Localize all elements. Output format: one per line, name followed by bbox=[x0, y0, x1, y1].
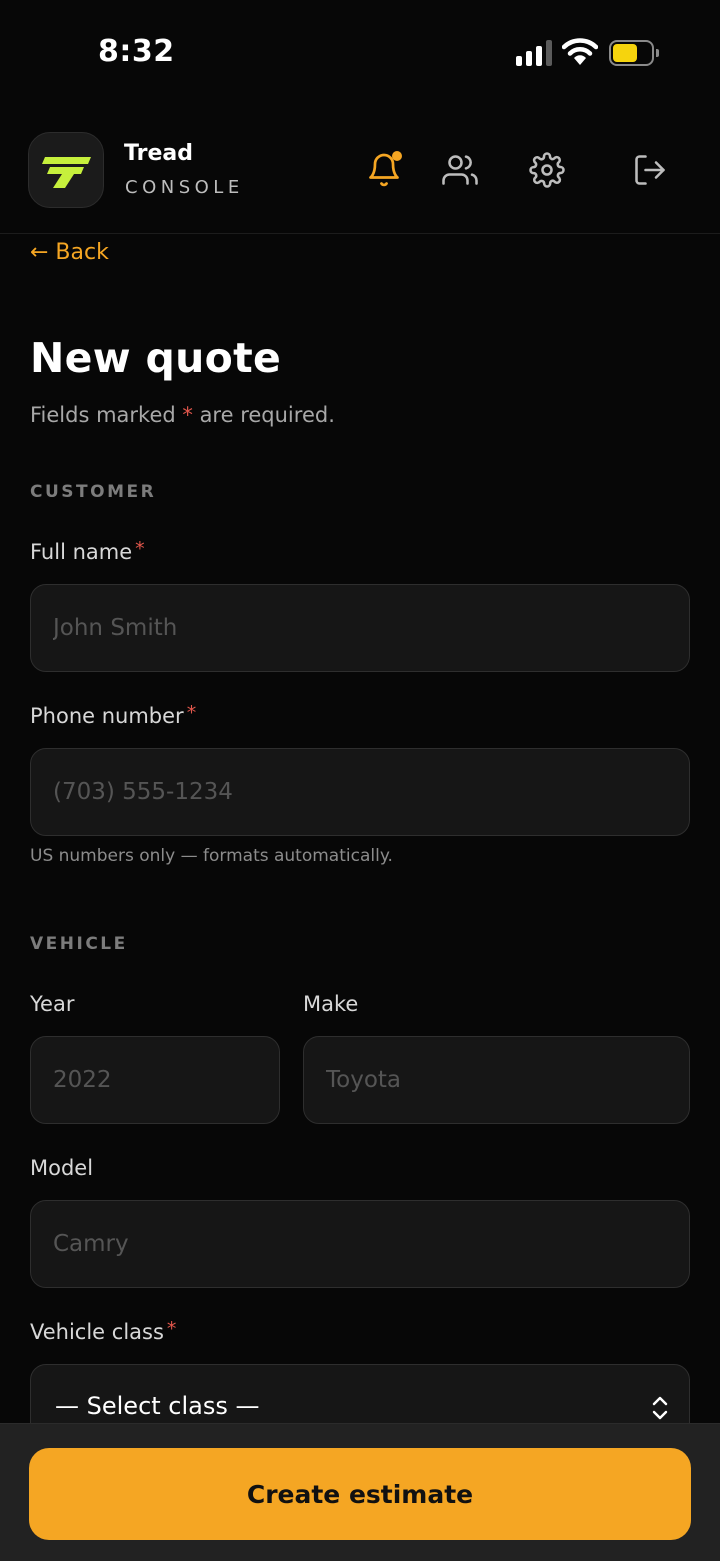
notification-dot bbox=[392, 151, 402, 161]
tread-logo-icon bbox=[42, 157, 91, 188]
make-label: Make bbox=[303, 992, 359, 1016]
brand-logo[interactable] bbox=[28, 132, 104, 208]
full-name-label: Full name * bbox=[30, 538, 145, 564]
model-label: Model bbox=[30, 1156, 94, 1180]
status-bar: 8:32 bbox=[0, 0, 720, 110]
phone-field[interactable] bbox=[30, 748, 690, 836]
full-name-input[interactable] bbox=[53, 615, 667, 641]
required-note-text: Fields marked bbox=[30, 403, 183, 427]
model-input[interactable] bbox=[53, 1231, 667, 1257]
bottom-action-bar: Create estimate bbox=[0, 1423, 720, 1561]
required-note-text-end: are required. bbox=[192, 403, 335, 427]
phone-hint: US numbers only — formats automatically. bbox=[30, 846, 393, 866]
full-name-label-text: Full name bbox=[30, 540, 133, 564]
create-estimate-button[interactable]: Create estimate bbox=[29, 1448, 691, 1540]
make-field[interactable] bbox=[303, 1036, 690, 1124]
model-field[interactable] bbox=[30, 1200, 690, 1288]
status-time: 8:32 bbox=[98, 34, 175, 69]
gear-icon[interactable] bbox=[529, 152, 565, 188]
notification-bell-icon[interactable] bbox=[366, 151, 402, 188]
logout-icon[interactable] bbox=[632, 152, 668, 188]
phone-input[interactable] bbox=[53, 779, 667, 805]
wifi-icon bbox=[562, 38, 598, 65]
section-vehicle: VEHICLE bbox=[30, 934, 128, 954]
required-note: Fields marked * are required. bbox=[30, 403, 335, 427]
brand-subtitle: CONSOLE bbox=[125, 177, 244, 198]
phone-label: Phone number * bbox=[30, 702, 197, 728]
battery-icon bbox=[609, 40, 659, 66]
year-input[interactable] bbox=[53, 1067, 257, 1093]
required-asterisk: * bbox=[182, 403, 193, 427]
page-title: New quote bbox=[30, 334, 282, 382]
phone-label-text: Phone number bbox=[30, 704, 184, 728]
section-customer: CUSTOMER bbox=[30, 482, 157, 502]
cellular-signal-icon bbox=[516, 40, 552, 66]
vehicle-class-label: Vehicle class * bbox=[30, 1318, 177, 1344]
full-name-field[interactable] bbox=[30, 584, 690, 672]
year-field[interactable] bbox=[30, 1036, 280, 1124]
required-asterisk: * bbox=[135, 538, 145, 560]
chevron-up-down-icon bbox=[652, 1396, 668, 1420]
required-asterisk: * bbox=[166, 1318, 177, 1340]
app-header: Tread CONSOLE bbox=[0, 110, 720, 234]
brand-name: Tread bbox=[124, 141, 193, 166]
year-label: Year bbox=[30, 992, 75, 1016]
vehicle-class-label-text: Vehicle class bbox=[30, 1320, 164, 1344]
vehicle-class-selected: — Select class — bbox=[55, 1392, 260, 1420]
required-asterisk: * bbox=[186, 702, 197, 724]
back-link[interactable]: ← Back bbox=[30, 240, 109, 265]
make-input[interactable] bbox=[326, 1067, 667, 1093]
users-icon[interactable] bbox=[442, 152, 478, 188]
